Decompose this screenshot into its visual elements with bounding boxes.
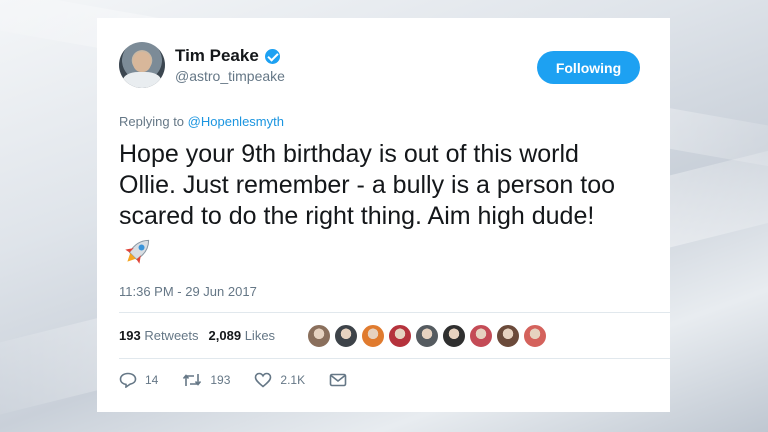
likes-count: 2,089 — [208, 328, 242, 343]
retweet-icon — [183, 374, 202, 386]
liker-avatar[interactable] — [469, 324, 493, 348]
tweet-text: Hope your 9th birthday is out of this wo… — [119, 139, 659, 232]
likes-stat[interactable]: 2,089 Likes — [209, 328, 276, 343]
heart-icon — [255, 372, 272, 388]
avatar-suit — [123, 72, 161, 88]
retweets-label: Retweets — [144, 328, 199, 343]
replying-prefix: Replying to — [119, 114, 185, 129]
retweet-count: 193 — [210, 373, 231, 387]
author-name-row: Tim Peake — [175, 46, 280, 66]
tweet-actions: 14 193 2.1K — [119, 372, 371, 388]
divider — [119, 358, 670, 359]
divider — [119, 312, 670, 313]
liker-avatars — [307, 324, 547, 348]
avatar[interactable] — [119, 42, 165, 88]
engagement-stats: 193 Retweets 2,089 Likes — [119, 328, 275, 343]
reply-icon — [119, 372, 137, 388]
reply-action[interactable]: 14 — [119, 372, 158, 388]
reply-mention-link[interactable]: @Hopenlesmyth — [188, 114, 284, 129]
tweet-timestamp[interactable]: 11:36 PM - 29 Jun 2017 — [119, 284, 257, 299]
liker-avatar[interactable] — [307, 324, 331, 348]
retweet-action[interactable]: 193 — [182, 372, 230, 388]
liker-avatar[interactable] — [361, 324, 385, 348]
like-count: 2.1K — [280, 373, 306, 387]
avatar-face — [133, 52, 151, 72]
reply-count: 14 — [145, 373, 159, 387]
liker-avatar[interactable] — [334, 324, 358, 348]
tweet-text-line: Hope your 9th birthday is out of this wo… — [119, 140, 579, 168]
author-name[interactable]: Tim Peake — [175, 46, 259, 66]
tweet-text-line: scared to do the right thing. Aim high d… — [119, 202, 595, 230]
tweet-text-line: Ollie. Just remember - a bully is a pers… — [119, 171, 616, 199]
liker-avatar[interactable] — [415, 324, 439, 348]
author-handle[interactable]: @astro_timpeake — [175, 68, 285, 84]
liker-avatar[interactable] — [496, 324, 520, 348]
liker-avatar[interactable] — [442, 324, 466, 348]
tweet-card: Tim Peake @astro_timpeake Following Repl… — [97, 18, 670, 412]
liker-avatar[interactable] — [523, 324, 547, 348]
direct-message-action[interactable] — [329, 373, 347, 387]
rocket-icon — [125, 239, 150, 264]
envelope-icon — [329, 373, 347, 387]
replying-to: Replying to @Hopenlesmyth — [119, 114, 284, 129]
liker-avatar[interactable] — [388, 324, 412, 348]
like-action[interactable]: 2.1K — [254, 372, 305, 388]
likes-label: Likes — [244, 328, 276, 343]
retweets-stat[interactable]: 193 Retweets — [119, 328, 199, 343]
retweets-count: 193 — [119, 328, 141, 343]
following-button[interactable]: Following — [537, 51, 640, 84]
verified-badge-icon — [264, 48, 280, 64]
